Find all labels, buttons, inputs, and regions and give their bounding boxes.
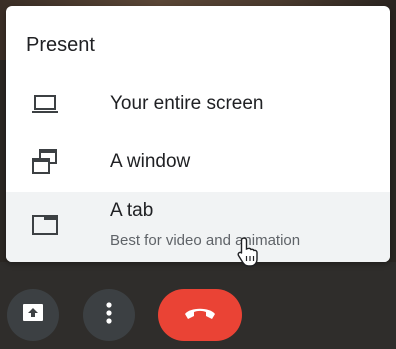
more-vertical-icon (105, 301, 113, 329)
present-entire-screen-option[interactable]: Your entire screen (6, 80, 390, 128)
present-screen-icon (21, 302, 45, 329)
present-tab-option[interactable]: A tab Best for video and animation (6, 192, 390, 262)
leave-call-button[interactable] (158, 289, 242, 341)
entire-screen-label: Your entire screen (110, 93, 264, 114)
menu-title: Present (26, 34, 95, 56)
laptop-icon (28, 89, 62, 119)
tab-label: A tab (110, 200, 154, 221)
hang-up-icon (183, 305, 217, 326)
tab-sublabel: Best for video and animation (110, 232, 301, 249)
hand-cursor-icon (236, 236, 262, 273)
tab-icon (28, 210, 62, 240)
present-menu: Present Your entire screen A window A ta… (6, 6, 390, 262)
present-window-option[interactable]: A window (6, 136, 390, 188)
present-now-button[interactable] (7, 289, 59, 341)
window-label: A window (110, 151, 191, 172)
window-icon (28, 147, 62, 177)
more-options-button[interactable] (83, 289, 135, 341)
